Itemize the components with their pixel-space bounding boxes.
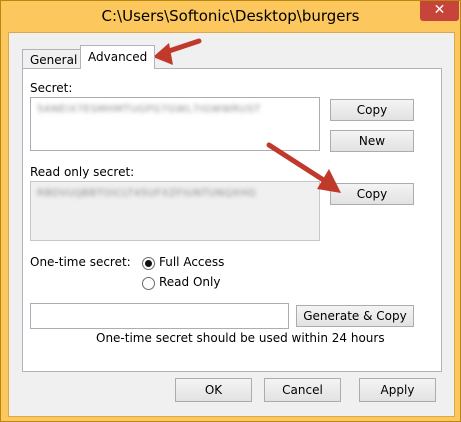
dialog-window: C:\Users\Softonic\Desktop\burgers ✕ Gene… — [0, 0, 461, 422]
tab-advanced[interactable]: Advanced — [80, 45, 156, 69]
full-access-label[interactable]: Full Access — [159, 255, 224, 269]
title-bar[interactable]: C:\Users\Softonic\Desktop\burgers ✕ — [1, 1, 460, 33]
window-title: C:\Users\Softonic\Desktop\burgers — [101, 7, 360, 25]
annotation-arrow-copy-icon — [266, 142, 341, 193]
read-only-secret-label: Read only secret: — [30, 165, 135, 179]
secret-label: Secret: — [30, 81, 73, 95]
read-only-secret-value: RBDVUIJBBTOICLT45UFXZFIUNTUNQXHG — [37, 188, 257, 199]
read-only-radio[interactable] — [142, 277, 155, 290]
close-icon: ✕ — [433, 2, 446, 18]
secret-value: 5ANEIX7ESMHMTUGPG7GWL7IGWWRUST — [37, 104, 261, 115]
cancel-button[interactable]: Cancel — [264, 378, 341, 402]
generate-and-copy-button[interactable]: Generate & Copy — [296, 305, 414, 327]
apply-button[interactable]: Apply — [359, 378, 436, 402]
read-only-label[interactable]: Read Only — [159, 275, 220, 289]
one-time-secret-field[interactable] — [30, 303, 289, 329]
close-button[interactable]: ✕ — [420, 1, 459, 21]
annotation-arrow-tab-icon — [153, 38, 202, 65]
advanced-panel: Secret: 5ANEIX7ESMHMTUGPG7GWL7IGWWRUST C… — [22, 68, 442, 372]
one-time-secret-note: One-time secret should be used within 24… — [96, 331, 385, 345]
tab-general[interactable]: General — [22, 49, 86, 70]
one-time-secret-label: One-time secret: — [30, 255, 131, 269]
dialog-client-area: General Advanced Secret: 5ANEIX7ESMHMTUG… — [8, 32, 455, 417]
full-access-radio[interactable] — [142, 257, 155, 270]
ok-button[interactable]: OK — [175, 378, 252, 402]
copy-secret-button[interactable]: Copy — [330, 99, 414, 121]
